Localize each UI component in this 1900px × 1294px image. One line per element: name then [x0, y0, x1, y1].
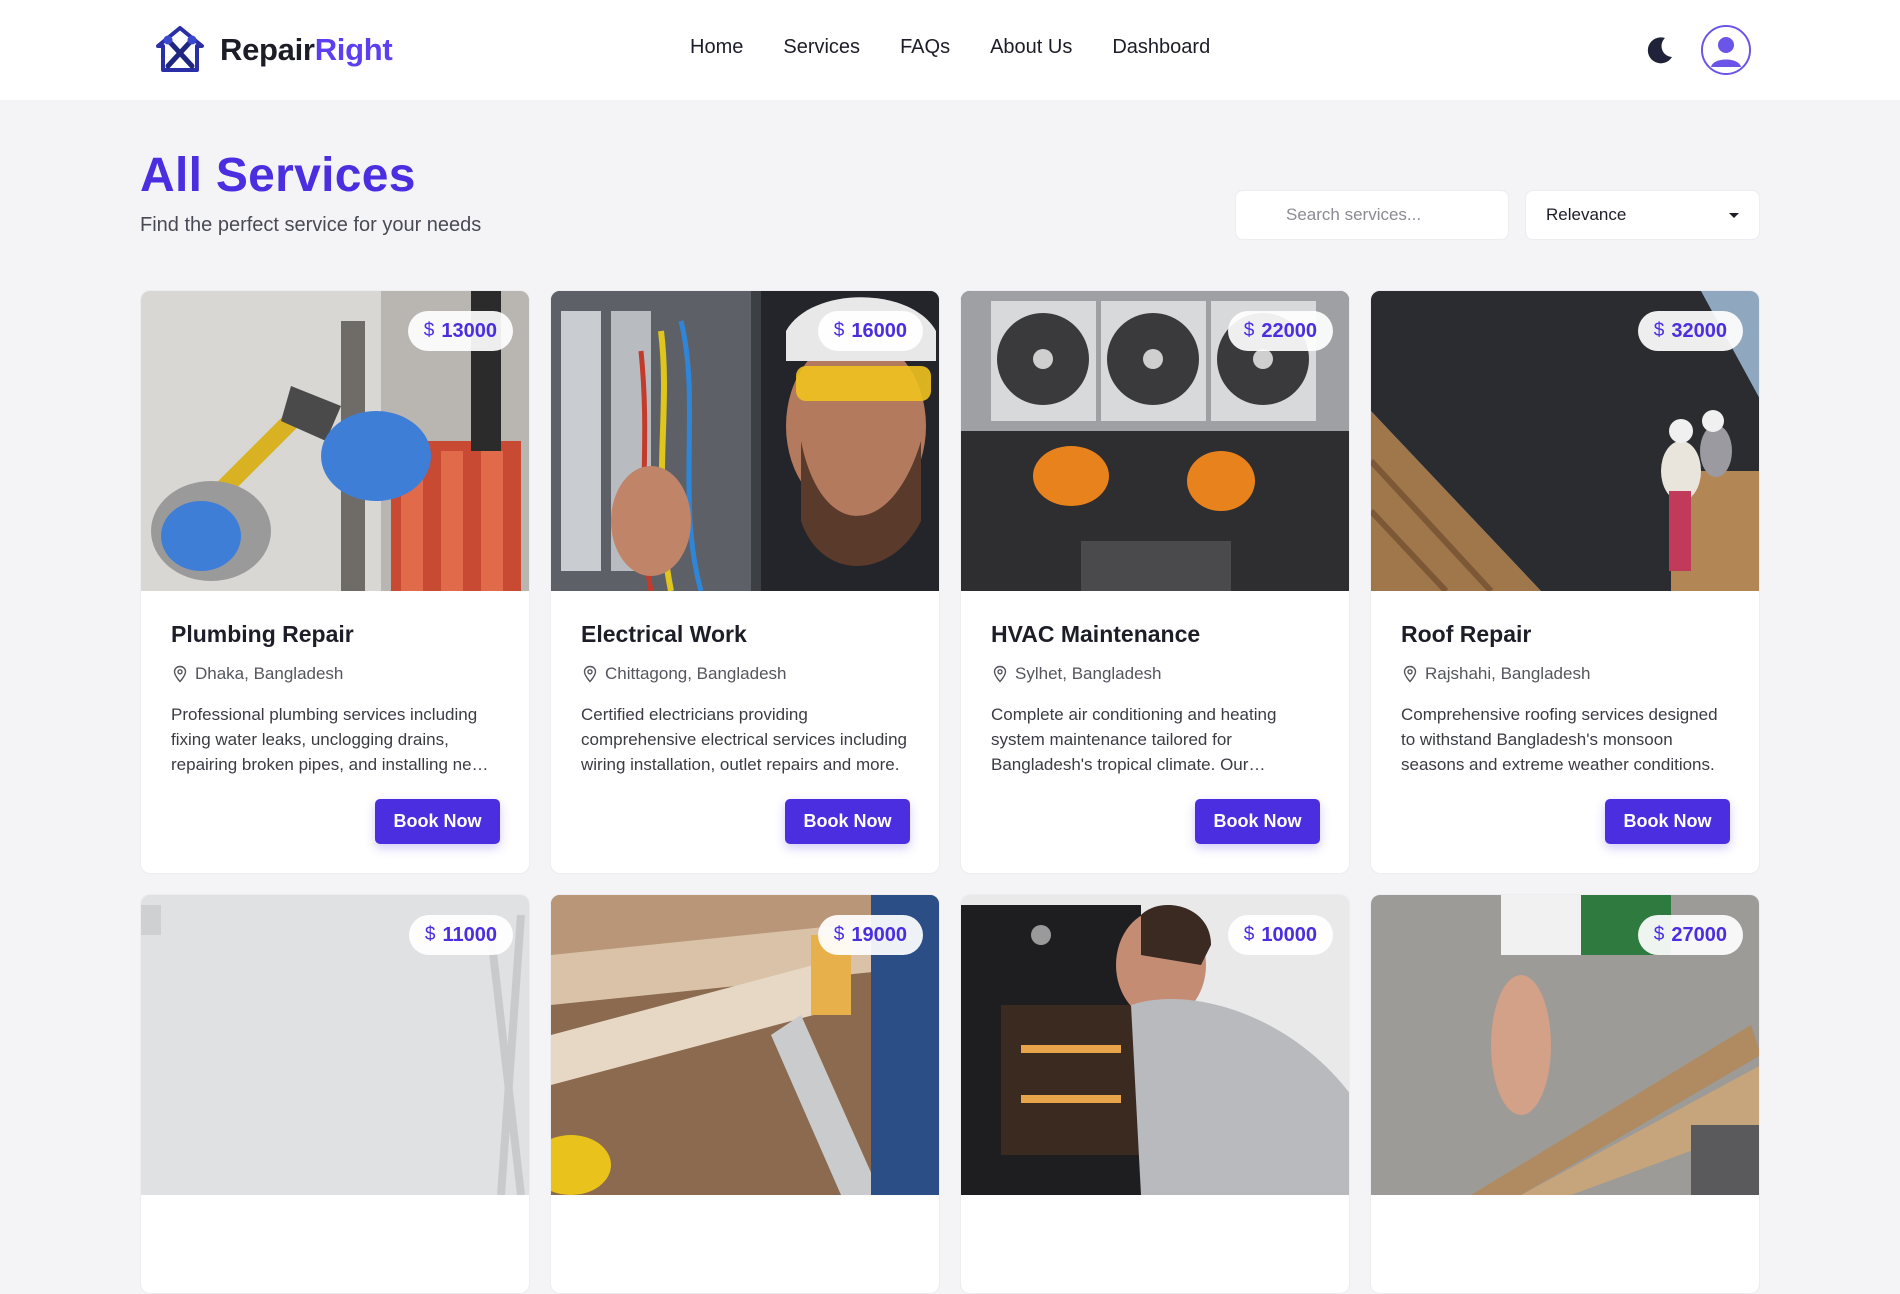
service-card: $10000 [960, 894, 1350, 1294]
service-image: $19000 [551, 895, 939, 1195]
location-pin-icon [993, 665, 1007, 683]
service-location: Dhaka, Bangladesh [171, 664, 499, 684]
service-card: $16000 Electrical Work Chittagong, Bangl… [550, 290, 940, 874]
service-image: $10000 [961, 895, 1349, 1195]
page-subtitle: Find the perfect service for your needs [140, 214, 482, 236]
price-badge: $10000 [1227, 915, 1333, 955]
price-badge: $11000 [408, 915, 513, 955]
theme-toggle-button[interactable] [1643, 33, 1677, 67]
service-location: Sylhet, Bangladesh [991, 664, 1319, 684]
service-card: $19000 [550, 894, 940, 1294]
price-badge: $16000 [817, 311, 923, 351]
service-location: Rajshahi, Bangladesh [1401, 664, 1729, 684]
service-image: $32000 [1371, 291, 1759, 591]
service-title: Roof Repair [1401, 621, 1532, 647]
service-description: Complete air conditioning and heating sy… [991, 705, 1277, 774]
services-grid: $13000 Plumbing Repair Dhaka, Bangladesh… [140, 290, 1760, 1294]
service-description: Comprehensive roofing services designed … [1401, 705, 1718, 774]
location-pin-icon [1403, 665, 1417, 683]
book-now-button[interactable]: Book Now [1605, 799, 1730, 844]
service-card: $11000 [140, 894, 530, 1294]
price-badge: $27000 [1637, 915, 1743, 955]
location-pin-icon [173, 665, 187, 683]
nav-link-services[interactable]: Services [783, 36, 860, 59]
brand-logo[interactable]: RepairRight [154, 24, 393, 76]
service-card: $32000 Roof Repair Rajshahi, Bangladesh … [1370, 290, 1760, 874]
service-card: $13000 Plumbing Repair Dhaka, Bangladesh… [140, 290, 530, 874]
service-location: Chittagong, Bangladesh [581, 664, 909, 684]
chevron-down-icon [1729, 212, 1739, 218]
main-nav: Home Services FAQs About Us Dashboard [690, 36, 1210, 59]
user-avatar-icon [1703, 27, 1749, 73]
service-image: $22000 [961, 291, 1349, 591]
brand-name: RepairRight [220, 32, 393, 67]
service-title: HVAC Maintenance [991, 621, 1201, 647]
moon-icon [1647, 37, 1672, 64]
location-pin-icon [583, 665, 597, 683]
service-image: $13000 [141, 291, 529, 591]
service-card: $27000 [1370, 894, 1760, 1294]
nav-link-faqs[interactable]: FAQs [900, 36, 950, 59]
price-badge: $32000 [1637, 311, 1743, 351]
sort-selected-value: Relevance [1546, 205, 1627, 224]
navbar: RepairRight Home Services FAQs About Us … [0, 0, 1900, 100]
book-now-button[interactable]: Book Now [1195, 799, 1320, 844]
sort-select[interactable]: Relevance [1525, 190, 1760, 240]
price-badge: $22000 [1227, 311, 1333, 351]
house-tools-logo-icon [156, 26, 204, 72]
service-image: $11000 [141, 895, 529, 1195]
price-badge: $19000 [817, 915, 923, 955]
book-now-button[interactable]: Book Now [375, 799, 500, 844]
service-title: Plumbing Repair [171, 621, 354, 647]
service-image: $16000 [551, 291, 939, 591]
search-input[interactable] [1235, 190, 1509, 240]
nav-link-home[interactable]: Home [690, 36, 743, 59]
service-image: $27000 [1371, 895, 1759, 1195]
page-title: All Services [140, 149, 416, 202]
nav-link-about-us[interactable]: About Us [990, 36, 1072, 59]
price-badge: $13000 [407, 311, 513, 351]
book-now-button[interactable]: Book Now [785, 799, 910, 844]
service-description: Professional plumbing services including… [171, 705, 484, 774]
service-description: Certified electricians providing compreh… [581, 705, 907, 774]
user-avatar-button[interactable] [1701, 25, 1751, 75]
nav-link-dashboard[interactable]: Dashboard [1112, 36, 1210, 59]
service-title: Electrical Work [581, 621, 747, 647]
service-card: $22000 HVAC Maintenance Sylhet, Banglade… [960, 290, 1350, 874]
